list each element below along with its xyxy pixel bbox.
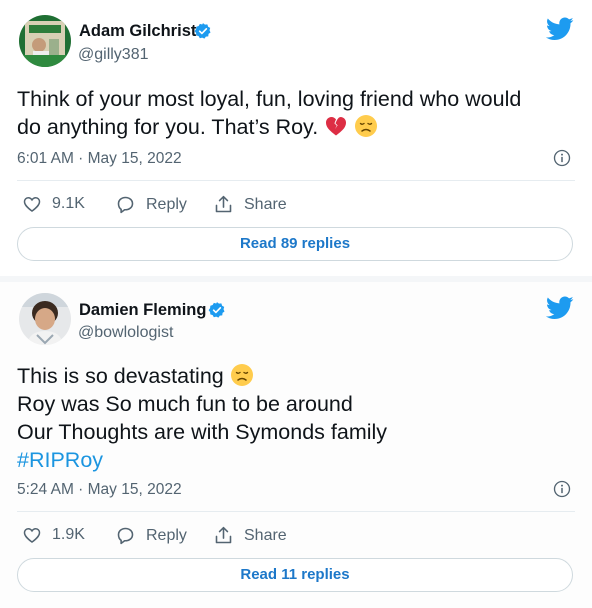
share-button[interactable]: Share	[213, 194, 287, 215]
disappointed-face-icon	[230, 364, 253, 386]
divider	[17, 511, 575, 512]
author-name[interactable]: Damien Fleming	[79, 301, 206, 320]
avatar[interactable]	[19, 15, 71, 67]
tweet-text-fragment: do anything for you. That’s Roy.	[17, 115, 319, 139]
heart-icon	[23, 527, 41, 544]
share-button[interactable]: Share	[213, 525, 287, 546]
read-replies-button[interactable]: Read 89 replies	[17, 227, 573, 261]
hashtag-link[interactable]: #RIPRoy	[17, 446, 577, 474]
info-icon[interactable]	[553, 149, 571, 167]
author-handle[interactable]: @bowlologist	[78, 324, 173, 342]
verified-badge-icon	[194, 23, 211, 39]
tweet-text-line: This is so devastating	[17, 362, 577, 390]
share-icon	[215, 526, 232, 544]
reply-button[interactable]: Reply	[115, 525, 187, 546]
tweet-text-line: do anything for you. That’s Roy.	[17, 113, 577, 141]
author-name[interactable]: Adam Gilchrist	[79, 22, 196, 41]
divider	[17, 180, 575, 181]
share-label: Share	[244, 526, 287, 544]
share-icon	[215, 195, 232, 213]
like-button[interactable]: 1.9K	[22, 525, 85, 545]
tweet-text-line: Think of your most loyal, fun, loving fr…	[17, 87, 522, 111]
tweet-card: Adam Gilchrist @gilly381 Think of your m…	[0, 0, 592, 282]
reply-bubble-icon	[117, 527, 134, 545]
like-button[interactable]: 9.1K	[22, 194, 85, 214]
info-icon[interactable]	[553, 480, 571, 498]
like-count: 1.9K	[52, 526, 85, 543]
twitter-bird-icon[interactable]	[546, 17, 574, 41]
tweet-timestamp[interactable]: 6:01 AM · May 15, 2022	[17, 150, 182, 168]
avatar[interactable]	[19, 293, 71, 345]
tweet-text: This is so devastating Roy was So much f…	[17, 362, 577, 474]
share-label: Share	[244, 195, 287, 213]
like-count: 9.1K	[52, 195, 85, 212]
broken-heart-icon	[326, 117, 347, 136]
disappointed-face-icon	[355, 115, 378, 137]
twitter-bird-icon[interactable]	[546, 296, 574, 320]
tweet-text-fragment: This is so devastating	[17, 364, 224, 388]
reply-button[interactable]: Reply	[115, 194, 187, 215]
author-handle[interactable]: @gilly381	[78, 46, 149, 64]
reply-bubble-icon	[117, 196, 134, 214]
reply-label: Reply	[146, 526, 187, 544]
heart-icon	[23, 196, 41, 213]
reply-label: Reply	[146, 195, 187, 213]
tweet-text-line: Roy was So much fun to be around	[17, 392, 353, 416]
verified-badge-icon	[208, 302, 225, 318]
read-replies-button[interactable]: Read 11 replies	[17, 558, 573, 592]
tweet-card: Damien Fleming @bowlologist This is so d…	[0, 282, 592, 608]
tweet-text: Think of your most loyal, fun, loving fr…	[17, 85, 577, 141]
tweet-text-line: Our Thoughts are with Symonds family	[17, 420, 388, 444]
tweet-timestamp[interactable]: 5:24 AM · May 15, 2022	[17, 481, 182, 499]
